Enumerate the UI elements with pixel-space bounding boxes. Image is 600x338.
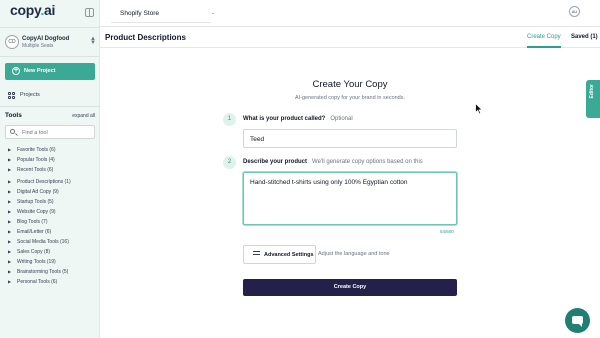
step-1-question: What is your product called? Optional bbox=[243, 116, 353, 122]
sliders-icon bbox=[253, 251, 260, 258]
tool-group-email-letter[interactable]: ▶ Email/Letter (6) bbox=[7, 227, 97, 237]
find-tool-search[interactable] bbox=[5, 125, 95, 139]
plus-circle-icon: + bbox=[12, 67, 20, 75]
caret-right-icon: ▶ bbox=[8, 157, 12, 162]
page-header: Product Descriptions Create Copy Saved (… bbox=[100, 27, 600, 48]
workspace-subtitle: Multiple Seats bbox=[22, 43, 54, 49]
divider bbox=[0, 27, 100, 28]
editor-side-tab[interactable]: Editor bbox=[586, 80, 600, 118]
caret-right-icon: ▶ bbox=[8, 179, 12, 184]
store-select-value: Shopify Store bbox=[120, 10, 160, 17]
caret-right-icon: ▶ bbox=[8, 229, 12, 234]
step-2-badge: 2 bbox=[223, 156, 236, 169]
divider bbox=[0, 106, 100, 107]
sidebar: copy.ai CD CopyAI Dogfood Multiple Seats… bbox=[0, 0, 100, 338]
tool-group-favorite[interactable]: ▶ Favorite Tools (6) bbox=[7, 145, 97, 155]
step-1-badge: 1 bbox=[223, 113, 236, 126]
mouse-cursor-icon bbox=[475, 103, 483, 115]
product-name-input[interactable]: Teed bbox=[243, 129, 457, 148]
tool-group-popular[interactable]: ▶ Popular Tools (4) bbox=[7, 155, 97, 165]
collapse-sidebar-icon[interactable] bbox=[85, 8, 94, 17]
character-counter: 54/600 bbox=[440, 229, 454, 234]
find-tool-input[interactable] bbox=[22, 128, 92, 137]
search-icon bbox=[10, 129, 15, 134]
grid-icon bbox=[8, 92, 15, 99]
tab-saved[interactable]: Saved (1) bbox=[571, 34, 598, 40]
divider bbox=[0, 56, 100, 57]
editor-tab-label: Editor bbox=[589, 84, 595, 99]
caret-right-icon: ▶ bbox=[8, 249, 12, 254]
caret-right-icon: ▶ bbox=[8, 239, 12, 244]
tool-group-sales-copy[interactable]: ▶ Sales Copy (8) bbox=[7, 247, 97, 257]
caret-right-icon: ▶ bbox=[8, 279, 12, 284]
tool-group-writing[interactable]: ▶ Writing Tools (19) bbox=[7, 257, 97, 267]
main-panel: Create Your Copy AI-generated copy for y… bbox=[100, 48, 600, 338]
new-project-button[interactable]: + New Project bbox=[5, 63, 95, 80]
form-heading: Create Your Copy bbox=[312, 79, 388, 90]
tool-group-list: ▶ Favorite Tools (6) ▶ Popular Tools (4) ▶… bbox=[7, 145, 97, 287]
new-project-label: New Project bbox=[24, 68, 56, 74]
tool-group-product-descriptions[interactable]: ▶ Product Descriptions (1) bbox=[7, 177, 97, 187]
page-title: Product Descriptions bbox=[105, 33, 186, 42]
store-select[interactable]: Shopify Store ⌄ bbox=[111, 4, 215, 23]
tool-group-startup[interactable]: ▶ Startup Tools (5) bbox=[7, 197, 97, 207]
caret-right-icon: ▶ bbox=[8, 259, 12, 264]
workspace-avatar: CD bbox=[5, 35, 19, 49]
tool-group-personal[interactable]: ▶ Personal Tools (6) bbox=[7, 277, 97, 287]
tool-group-website-copy[interactable]: ▶ Website Copy (9) bbox=[7, 207, 97, 217]
form-subheading: AI-generated copy for your brand in seco… bbox=[294, 95, 406, 101]
advanced-settings-button[interactable]: Advanced Settings bbox=[243, 245, 316, 264]
projects-label: Projects bbox=[20, 92, 40, 98]
tools-title: Tools bbox=[5, 112, 22, 119]
tool-group-digital-ad-copy[interactable]: ▶ Digital Ad Copy (9) bbox=[7, 187, 97, 197]
expand-all-link[interactable]: expand all bbox=[72, 113, 95, 119]
caret-right-icon: ▶ bbox=[8, 189, 12, 194]
caret-right-icon: ▶ bbox=[8, 219, 12, 224]
caret-right-icon: ▶ bbox=[8, 269, 12, 274]
select-underline bbox=[111, 22, 211, 23]
top-bar: Shopify Store ⌄ AU bbox=[100, 0, 600, 27]
caret-right-icon: ▶ bbox=[8, 199, 12, 204]
chat-bubble-icon bbox=[572, 316, 583, 327]
user-avatar[interactable]: AU bbox=[569, 6, 580, 17]
advanced-settings-note: Adjust the language and tone bbox=[318, 251, 390, 257]
caret-right-icon: ▶ bbox=[8, 147, 12, 152]
chevron-down-icon: ⌄ bbox=[211, 10, 216, 16]
chat-support-button[interactable] bbox=[565, 308, 590, 333]
tab-create-copy[interactable]: Create Copy bbox=[527, 34, 561, 48]
step-2-question: Describe your product We'll generate copy… bbox=[243, 159, 423, 165]
create-copy-button[interactable]: Create Copy bbox=[243, 279, 457, 296]
workspace-switcher[interactable]: CD CopyAI Dogfood Multiple Seats ▲ ▼ bbox=[5, 33, 97, 53]
tool-group-blog[interactable]: ▶ Blog Tools (7) bbox=[7, 217, 97, 227]
advanced-settings-label: Advanced Settings bbox=[264, 252, 314, 258]
product-description-textarea[interactable]: Hand-stitched t-shirts using only 100% E… bbox=[243, 172, 457, 225]
copyai-logo[interactable]: copy.ai bbox=[10, 2, 55, 18]
tool-group-recent[interactable]: ▶ Recent Tools (6) bbox=[7, 165, 97, 175]
caret-right-icon: ▶ bbox=[8, 209, 12, 214]
tool-group-brainstorming[interactable]: ▶ Brainstorming Tools (5) bbox=[7, 267, 97, 277]
caret-right-icon: ▶ bbox=[8, 167, 12, 172]
chevron-updown-icon: ▲ ▼ bbox=[90, 36, 96, 46]
workspace-name: CopyAI Dogfood bbox=[22, 36, 70, 42]
tool-group-social-media[interactable]: ▶ Social Media Tools (16) bbox=[7, 237, 97, 247]
